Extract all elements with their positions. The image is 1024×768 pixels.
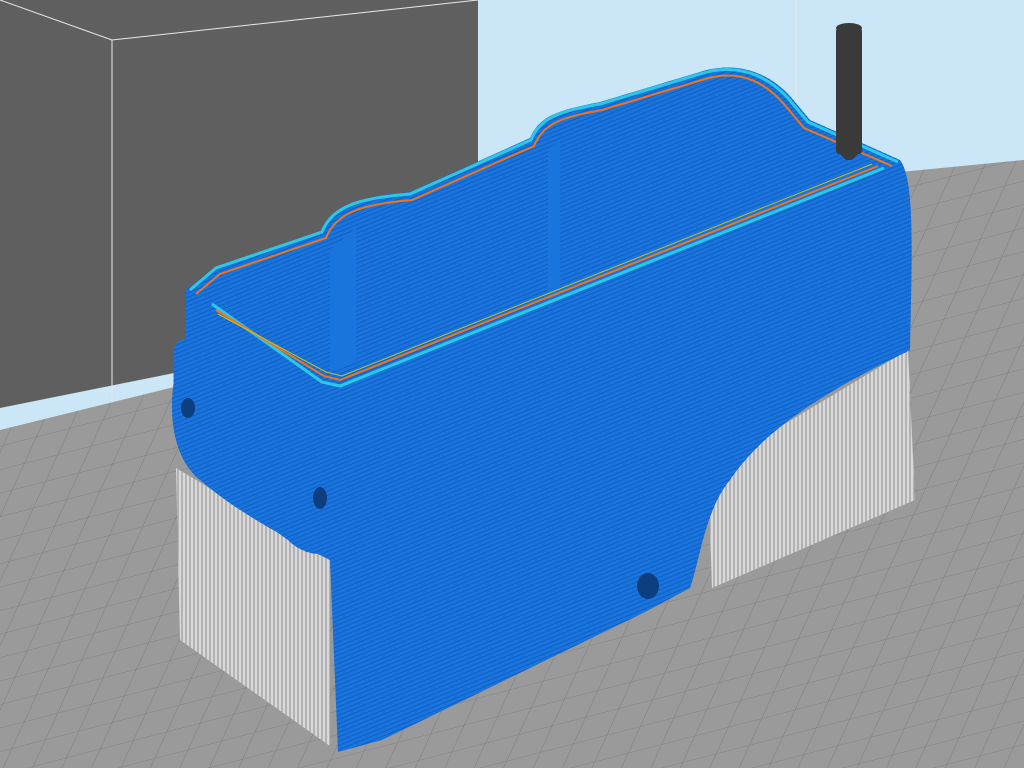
mounting-hole [313,487,327,509]
mounting-hole [181,398,195,418]
layer-preview-viewport[interactable] [0,0,1024,768]
print-nozzle [836,23,862,160]
3d-scene[interactable] [0,0,1024,768]
mounting-hole [637,573,659,599]
